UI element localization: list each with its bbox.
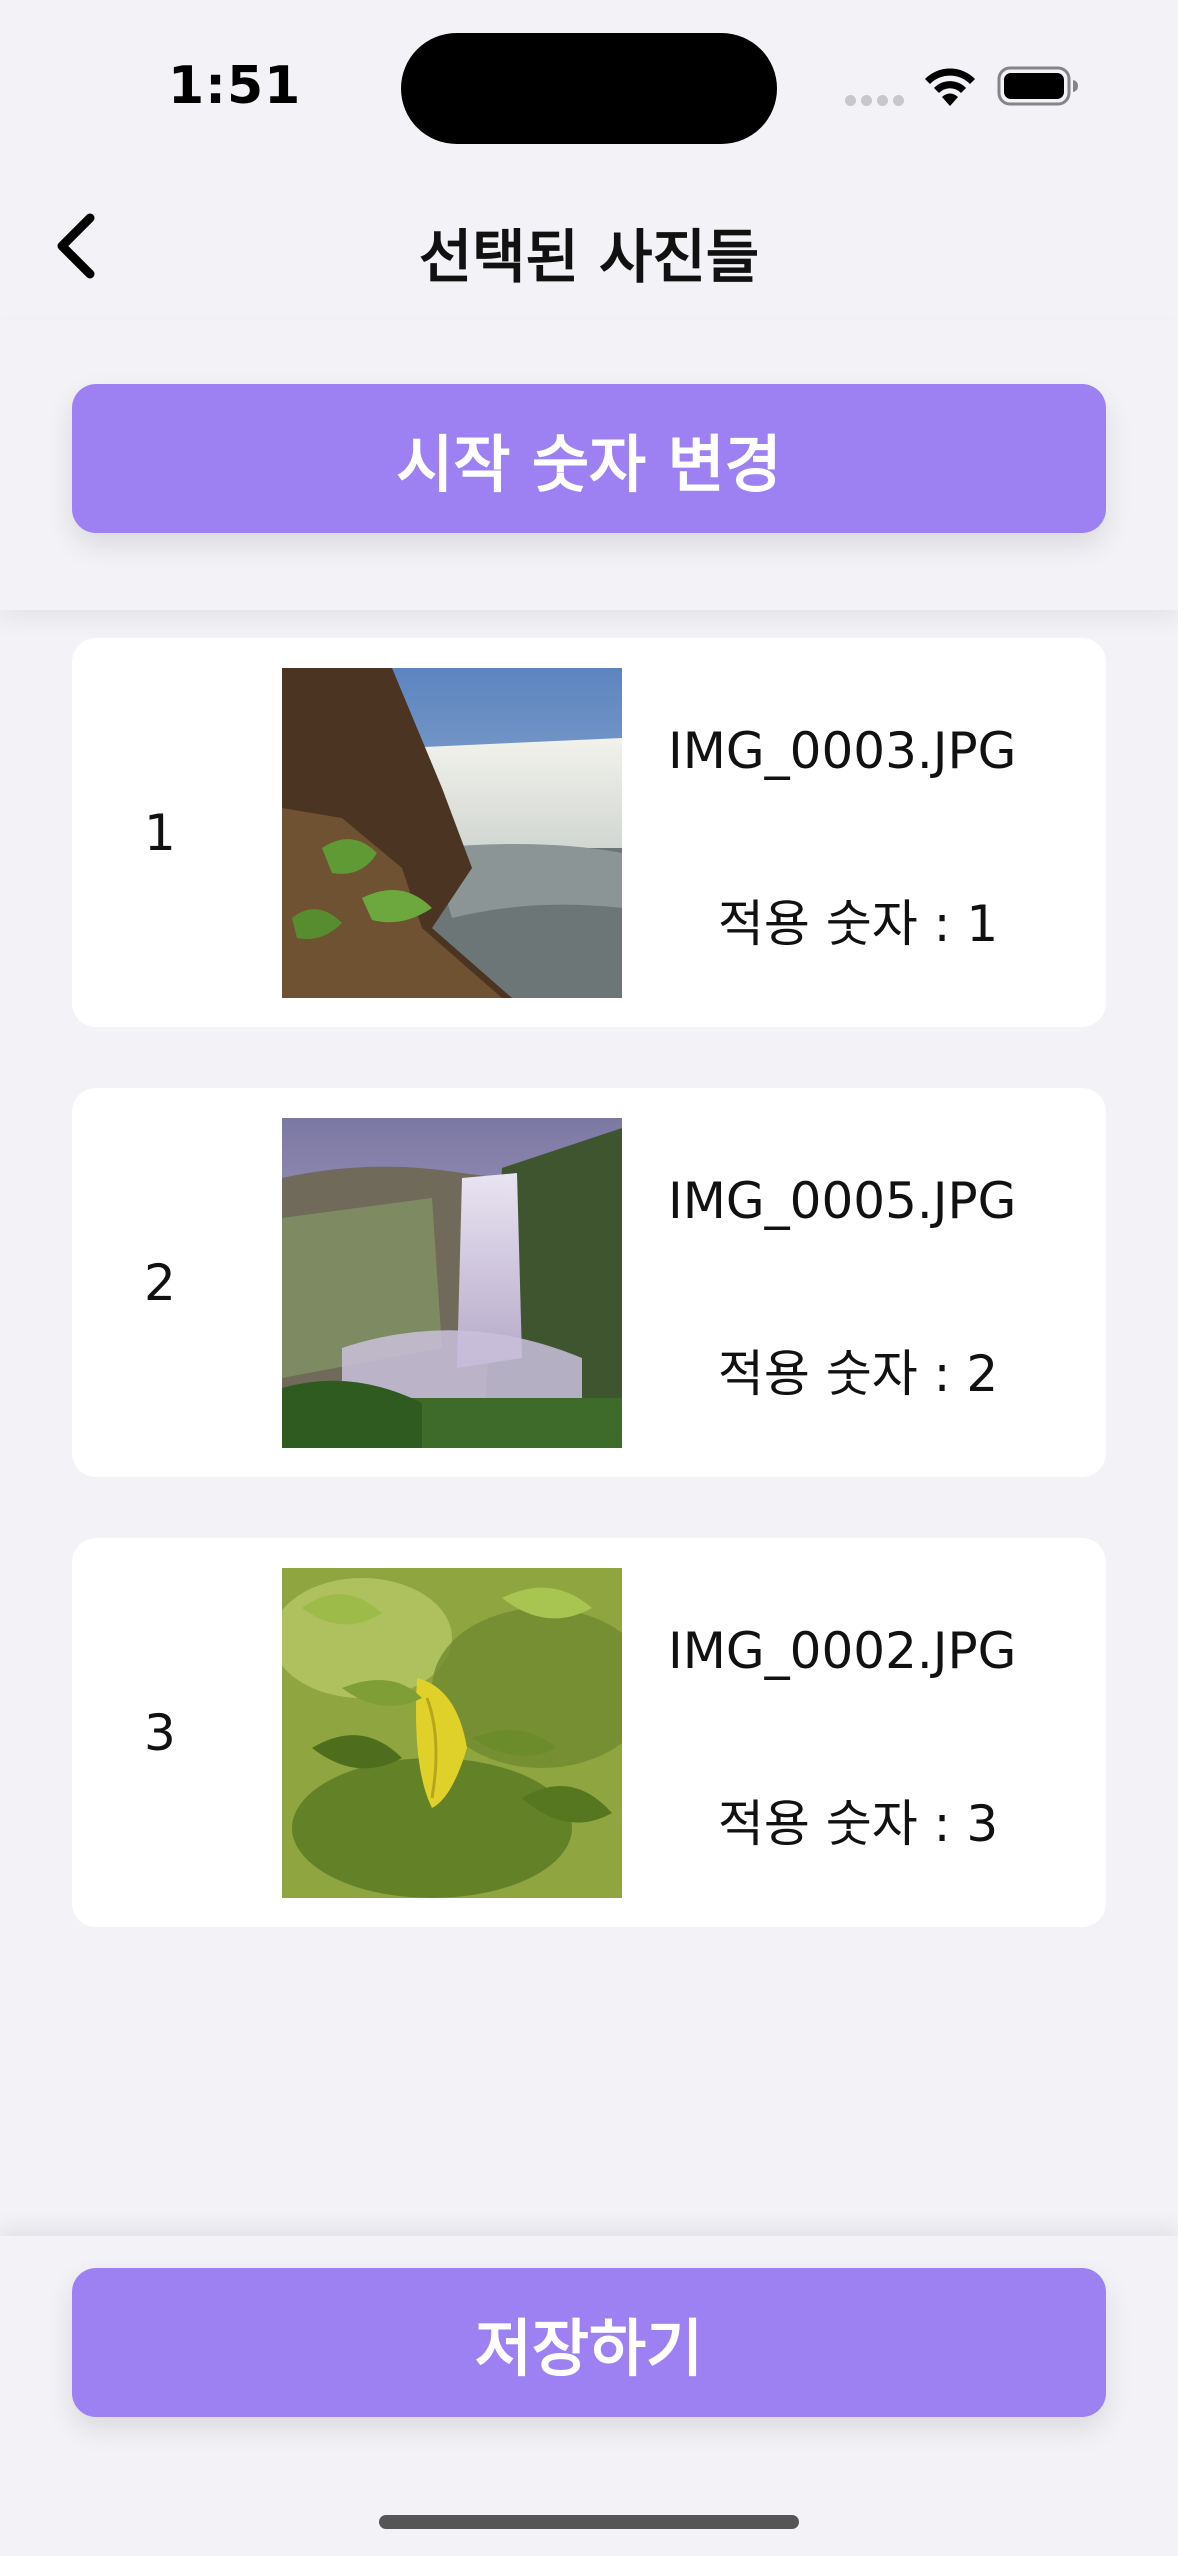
row-index: 2	[144, 1253, 176, 1312]
save-button[interactable]: 저장하기	[72, 2268, 1106, 2417]
status-time: 1:51	[168, 56, 302, 116]
screen: 1:51 선택된 사진들 시작 숫자 변경 1 IMG_0003.JPG 적용 …	[0, 0, 1178, 2556]
bottom-action-area: 저장하기	[0, 2236, 1178, 2556]
top-action-area: 시작 숫자 변경	[0, 320, 1178, 610]
status-bar: 1:51	[0, 0, 1178, 170]
photo-row[interactable]: 3 IMG_0002.JPG 적용 숫자 : 3	[72, 1538, 1106, 1927]
change-start-number-button[interactable]: 시작 숫자 변경	[72, 384, 1106, 533]
row-index: 3	[144, 1703, 176, 1762]
battery-icon	[997, 66, 1078, 106]
photo-thumbnail	[282, 1568, 622, 1898]
navigation-bar: 선택된 사진들	[0, 170, 1178, 320]
file-name: IMG_0003.JPG	[668, 722, 1017, 780]
dynamic-island	[401, 33, 777, 144]
row-index: 1	[144, 803, 176, 862]
photo-row[interactable]: 1 IMG_0003.JPG 적용 숫자: 1	[72, 638, 1106, 1027]
photo-thumbnail	[282, 668, 622, 998]
file-name: IMG_0002.JPG	[668, 1622, 1017, 1680]
home-indicator[interactable]	[379, 2515, 799, 2529]
applied-number: 적용 숫자 : 3	[717, 1795, 999, 1853]
applied-number: 적용 숫자 : 2	[717, 1345, 999, 1403]
wifi-icon	[925, 68, 975, 106]
file-name: IMG_0005.JPG	[668, 1172, 1017, 1230]
photo-thumbnail	[282, 1118, 622, 1448]
page-title: 선택된 사진들	[418, 223, 760, 291]
applied-number: 적용 숫자 : 1	[717, 895, 999, 953]
cellular-signal-icon	[845, 95, 905, 107]
photo-row[interactable]: 2 IMG_0005.JPG 적용 숫자: 2	[72, 1088, 1106, 1477]
